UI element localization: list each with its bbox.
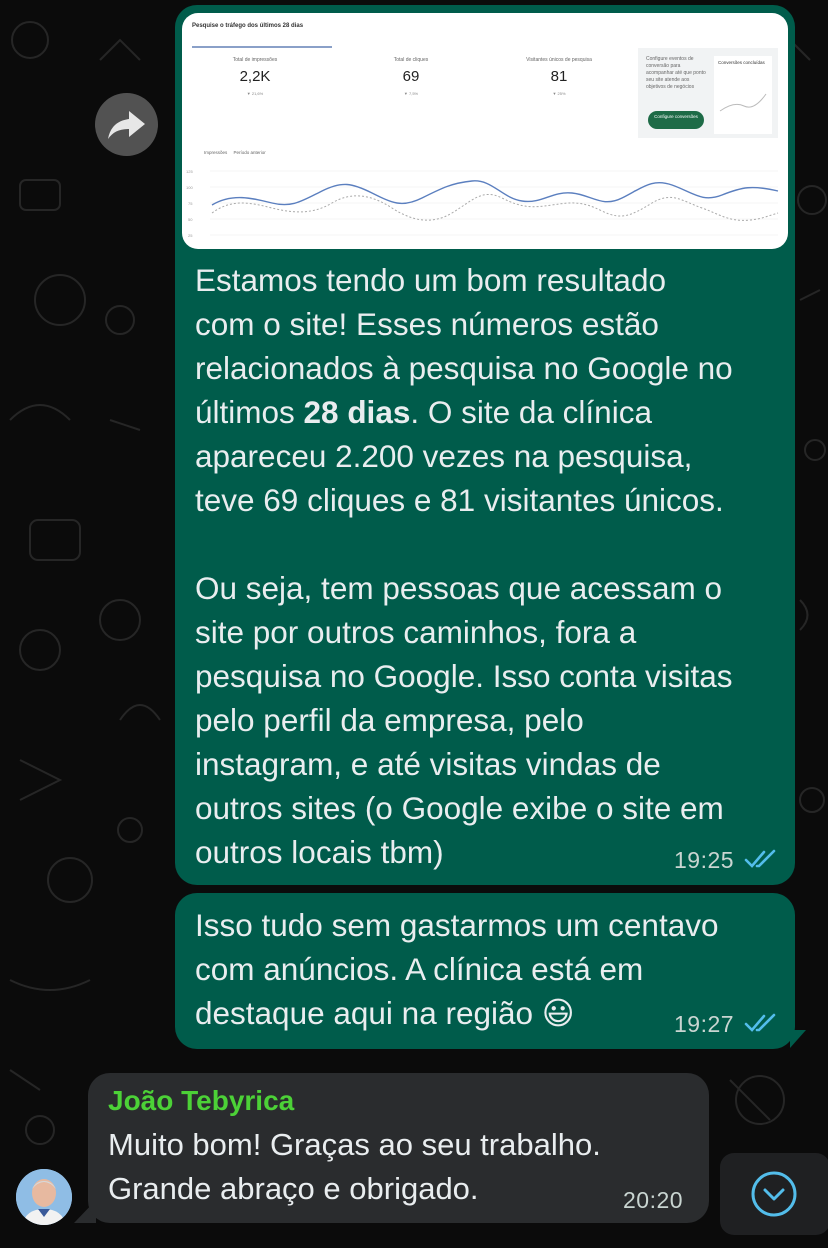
- sender-name[interactable]: João Tebyrica: [108, 1085, 294, 1117]
- conversions-text: Configure eventos de conversão para acom…: [646, 56, 706, 90]
- message-time: 20:20: [623, 1187, 684, 1213]
- shared-image[interactable]: Pesquise o tráfego dos últimos 28 dias T…: [182, 13, 788, 249]
- svg-text:50: 50: [188, 217, 193, 222]
- kpi-delta: ▼ 25%: [552, 91, 566, 96]
- message-text: Estamos tendo um bom resultado com o sit…: [195, 262, 733, 870]
- kpi-label: Total de impressões: [232, 57, 278, 63]
- outgoing-message[interactable]: Isso tudo sem gastarmos um centavo com a…: [175, 893, 795, 1049]
- kpi-label: Total de cliques: [393, 57, 429, 63]
- conversions-card: Conversões concluídas: [714, 56, 772, 134]
- forward-button[interactable]: [95, 93, 158, 156]
- tab-indicator: [192, 46, 332, 48]
- conversions-panel: Configure eventos de conversão para acom…: [638, 48, 778, 138]
- kpi-impressions: Total de impressões 2,2K ▼ 21,6%: [200, 57, 310, 96]
- incoming-message[interactable]: João Tebyrica Muito bom! Graças ao seu t…: [88, 1073, 709, 1223]
- message-time: 19:25: [674, 847, 735, 873]
- traffic-chart: 125100755025 ago 29set 1set 4set 7 set 1…: [186, 169, 779, 238]
- image-title: Pesquise o tráfego dos últimos 28 dias: [192, 23, 304, 29]
- svg-text:125: 125: [186, 169, 193, 174]
- svg-text:25: 25: [188, 233, 193, 238]
- scroll-down-icon: [751, 1171, 797, 1217]
- kpi-delta: ▼ 21,6%: [246, 91, 264, 96]
- previous-period-line: [211, 193, 779, 221]
- mini-chart: [719, 93, 767, 112]
- kpi-value: 69: [402, 68, 420, 85]
- message-time: 19:27: [674, 1011, 735, 1037]
- kpi-clicks: Total de cliques 69 ▼ 7,5%: [356, 57, 466, 96]
- kpi-unique-visitors: Visitantes únicos de pesquisa 81 ▼ 25%: [504, 57, 614, 96]
- outgoing-message[interactable]: Pesquise o tráfego dos últimos 28 dias T…: [175, 5, 795, 885]
- conversions-card-title: Conversões concluídas: [718, 60, 765, 65]
- scroll-down-button[interactable]: [720, 1153, 828, 1235]
- forward-icon: [108, 111, 145, 139]
- svg-text:75: 75: [188, 201, 193, 206]
- kpi-value: 81: [550, 68, 568, 85]
- configure-conversions-button: Configure conversões: [648, 111, 704, 129]
- svg-text:100: 100: [186, 185, 193, 190]
- kpi-value: 2,2K: [239, 68, 271, 85]
- double-check-icon: [744, 1013, 776, 1032]
- kpi-delta: ▼ 7,5%: [403, 91, 419, 96]
- avatar[interactable]: [16, 1169, 72, 1225]
- message-text: Muito bom! Graças ao seu trabalho. Grand…: [108, 1127, 601, 1206]
- bubble-tail: [790, 1030, 806, 1048]
- double-check-icon: [744, 849, 776, 868]
- impressions-line: [211, 180, 779, 206]
- kpi-label: Visitantes únicos de pesquisa: [526, 57, 592, 63]
